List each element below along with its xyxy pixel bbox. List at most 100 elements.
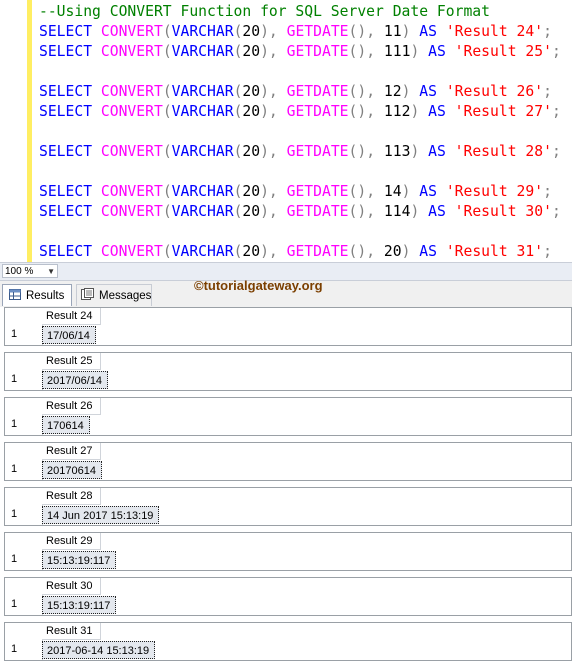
punct: (),: [348, 43, 384, 60]
sql-function: GETDATE: [286, 203, 349, 220]
sql-keyword: AS: [428, 143, 446, 160]
punct: (),: [348, 243, 384, 260]
sql-type: VARCHAR: [171, 203, 234, 220]
result-grid[interactable]: Result 26 1 170614: [4, 397, 572, 436]
result-grid[interactable]: Result 25 1 2017/06/14: [4, 352, 572, 391]
sql-string-alias: 'Result 30': [454, 203, 552, 220]
code-line: SELECT CONVERT(VARCHAR(20), GETDATE(), 1…: [39, 102, 561, 122]
column-header[interactable]: Result 31: [42, 623, 102, 640]
column-header[interactable]: Result 27: [42, 443, 102, 460]
row-number: 1: [11, 553, 18, 565]
column-header[interactable]: Result 26: [42, 398, 102, 415]
punct: (),: [348, 83, 384, 100]
punct: ;: [551, 203, 561, 220]
column-header[interactable]: Result 30: [42, 578, 102, 595]
sql-function: GETDATE: [286, 23, 349, 40]
sql-number: 20: [242, 203, 261, 220]
sql-style-number: 11: [383, 23, 402, 40]
punct: (),: [348, 103, 384, 120]
sql-function: GETDATE: [286, 243, 349, 260]
punct: ): [401, 243, 420, 260]
result-cell[interactable]: 15:13:19:117: [42, 596, 117, 614]
punct: (: [162, 143, 172, 160]
sql-function: CONVERT: [100, 83, 163, 100]
result-grid[interactable]: Result 30 1 15:13:19:117: [4, 577, 572, 616]
result-grid[interactable]: Result 31 1 2017-06-14 15:13:19: [4, 622, 572, 661]
column-header[interactable]: Result 24: [42, 308, 102, 325]
sql-function: CONVERT: [100, 203, 163, 220]
tab-messages[interactable]: Messages: [76, 284, 152, 306]
result-cell[interactable]: 2017/06/14: [42, 371, 109, 389]
punct: (: [162, 243, 172, 260]
tab-results-label: Results: [26, 289, 65, 302]
sql-type: VARCHAR: [171, 23, 234, 40]
result-grid[interactable]: Result 24 1 17/06/14: [4, 307, 572, 346]
punct: (: [162, 83, 172, 100]
column-header[interactable]: Result 25: [42, 353, 102, 370]
row-number: 1: [11, 598, 18, 610]
zoom-dropdown[interactable]: 100 % ▼: [2, 264, 58, 278]
result-cell[interactable]: 170614: [42, 416, 90, 434]
chevron-down-icon[interactable]: ▼: [47, 265, 55, 279]
row-number: 1: [11, 418, 18, 430]
punct: ),: [260, 243, 287, 260]
sql-keyword: SELECT: [39, 143, 93, 160]
messages-icon: [81, 288, 94, 303]
result-cell[interactable]: 20170614: [42, 461, 102, 479]
punct: ): [401, 83, 420, 100]
sql-keyword: SELECT: [39, 103, 93, 120]
sql-string-alias: 'Result 29': [445, 183, 544, 200]
sql-number: 20: [242, 183, 261, 200]
punct: (),: [348, 23, 384, 40]
punct: (: [162, 103, 172, 120]
sql-style-number: 12: [383, 83, 402, 100]
sql-style-number: 114: [383, 203, 411, 220]
sql-string-alias: 'Result 28': [454, 143, 552, 160]
code-line: SELECT CONVERT(VARCHAR(20), GETDATE(), 1…: [39, 142, 561, 162]
sql-number: 20: [242, 23, 261, 40]
sql-keyword: AS: [419, 243, 437, 260]
sql-code[interactable]: --Using CONVERT Function for SQL Server …: [39, 2, 561, 262]
sql-type: VARCHAR: [171, 43, 234, 60]
sql-string-alias: 'Result 25': [454, 43, 552, 60]
sql-type: VARCHAR: [171, 103, 234, 120]
punct: ;: [551, 43, 561, 60]
result-cell[interactable]: 17/06/14: [42, 326, 96, 344]
watermark: ©tutorialgateway.org: [194, 278, 323, 293]
results-pane: Result 24 1 17/06/14 Result 25 1 2017/06/14 Re…: [0, 307, 572, 664]
sql-editor[interactable]: --Using CONVERT Function for SQL Server …: [0, 0, 572, 262]
column-header[interactable]: Result 29: [42, 533, 102, 550]
row-number: 1: [11, 463, 18, 475]
punct: ): [401, 183, 420, 200]
sql-keyword: SELECT: [39, 83, 93, 100]
result-cell[interactable]: 2017-06-14 15:13:19: [42, 641, 156, 659]
tab-messages-label: Messages: [99, 289, 152, 302]
punct: (: [162, 183, 172, 200]
change-indicator-gutter: [27, 0, 32, 262]
sql-function: CONVERT: [100, 103, 163, 120]
sql-keyword: SELECT: [39, 243, 93, 260]
code-line: SELECT CONVERT(VARCHAR(20), GETDATE(), 1…: [39, 22, 561, 42]
sql-function: CONVERT: [100, 43, 163, 60]
punct: ;: [551, 103, 561, 120]
result-cell[interactable]: 15:13:19:117: [42, 551, 117, 569]
column-header[interactable]: Result 28: [42, 488, 102, 505]
punct: (: [162, 43, 172, 60]
tab-results[interactable]: Results: [2, 284, 72, 306]
punct: ): [410, 43, 429, 60]
sql-function: CONVERT: [100, 183, 163, 200]
punct: ),: [260, 103, 287, 120]
result-cell[interactable]: 14 Jun 2017 15:13:19: [42, 506, 160, 524]
result-grid[interactable]: Result 27 1 20170614: [4, 442, 572, 481]
result-grid[interactable]: Result 28 1 14 Jun 2017 15:13:19: [4, 487, 572, 526]
result-grid[interactable]: Result 29 1 15:13:19:117: [4, 532, 572, 571]
